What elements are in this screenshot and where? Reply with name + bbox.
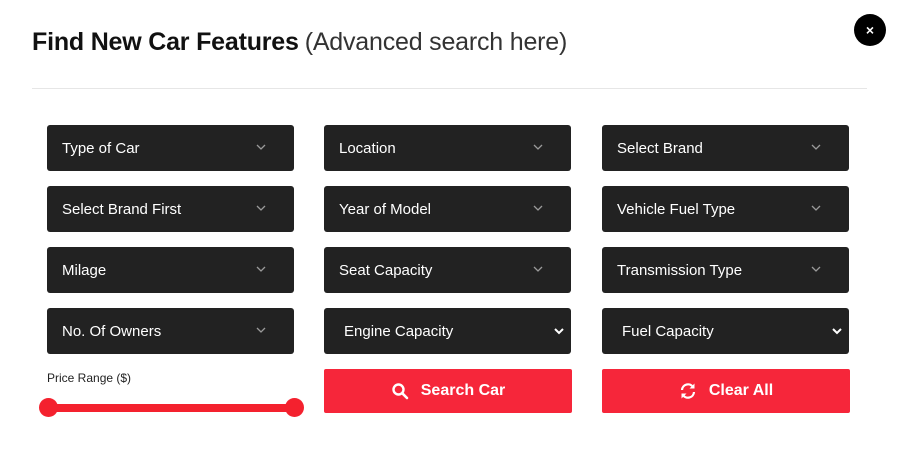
close-icon: × xyxy=(865,22,875,38)
chevron-down-icon xyxy=(554,328,564,335)
chevron-down-icon xyxy=(256,205,266,211)
chevron-down-icon xyxy=(256,327,266,333)
select-label: Select Brand xyxy=(617,139,703,157)
chevron-down-icon xyxy=(811,144,821,150)
price-range-min-handle[interactable] xyxy=(38,398,58,417)
vehicle-fuel-type-select[interactable]: Vehicle Fuel Type xyxy=(602,186,849,232)
price-range-max-handle[interactable] xyxy=(284,398,304,417)
chevron-down-icon xyxy=(256,266,266,272)
select-label: Type of Car xyxy=(62,139,140,157)
select-label: Transmission Type xyxy=(617,261,743,279)
select-label: Engine Capacity xyxy=(344,322,454,340)
search-icon xyxy=(391,382,409,400)
year-of-model-select[interactable]: Year of Model xyxy=(324,186,571,232)
clear-all-label: Clear All xyxy=(708,382,774,399)
title-subtitle: (Advanced search here) xyxy=(304,28,568,56)
search-car-label: Search Car xyxy=(420,382,506,399)
price-range-track[interactable] xyxy=(48,404,294,412)
select-brand-first-select[interactable]: Select Brand First xyxy=(47,186,294,232)
select-label: Seat Capacity xyxy=(339,261,433,279)
select-label: Fuel Capacity xyxy=(622,322,714,340)
transmission-type-select[interactable]: Transmission Type xyxy=(602,247,849,293)
select-label: Milage xyxy=(62,261,107,279)
milage-select[interactable]: Milage xyxy=(47,247,294,293)
chevron-down-icon xyxy=(533,144,543,150)
close-button[interactable]: × xyxy=(854,14,886,46)
select-label: No. Of Owners xyxy=(62,322,162,340)
select-label: Year of Model xyxy=(339,200,432,218)
fuel-capacity-select[interactable]: Fuel Capacity xyxy=(602,308,849,354)
chevron-down-icon xyxy=(533,266,543,272)
select-label: Select Brand First xyxy=(62,200,182,218)
seat-capacity-select[interactable]: Seat Capacity xyxy=(324,247,571,293)
select-label: Vehicle Fuel Type xyxy=(617,200,736,218)
select-brand-select[interactable]: Select Brand xyxy=(602,125,849,171)
chevron-down-icon xyxy=(811,205,821,211)
sync-icon xyxy=(679,382,697,400)
chevron-down-icon xyxy=(811,266,821,272)
select-label: Location xyxy=(339,139,396,157)
chevron-down-icon xyxy=(533,205,543,211)
advanced-search-modal: Find New Car Features (Advanced search h… xyxy=(0,0,897,459)
price-range-label: Price Range ($) xyxy=(47,371,132,385)
search-car-button[interactable]: Search Car xyxy=(324,369,572,413)
chevron-down-icon xyxy=(832,328,842,335)
type-of-car-select[interactable]: Type of Car xyxy=(47,125,294,171)
clear-all-button[interactable]: Clear All xyxy=(602,369,850,413)
engine-capacity-select[interactable]: Engine Capacity xyxy=(324,308,571,354)
no-of-owners-select[interactable]: No. Of Owners xyxy=(47,308,294,354)
chevron-down-icon xyxy=(256,144,266,150)
location-select[interactable]: Location xyxy=(324,125,571,171)
title-main: Find New Car Features xyxy=(32,28,299,56)
header-divider xyxy=(32,88,867,89)
modal-title: Find New Car Features (Advanced search h… xyxy=(32,28,567,64)
